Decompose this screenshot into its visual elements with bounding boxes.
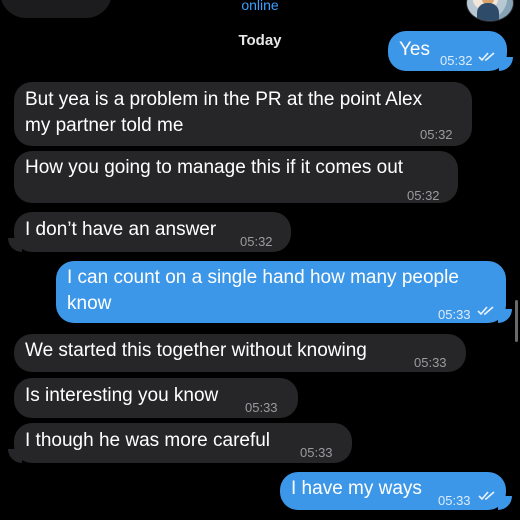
message-bubble-incoming[interactable]: How you going to manage this if it comes… (14, 151, 458, 203)
message-time: 05:33 (414, 355, 447, 370)
bubble-tail (498, 496, 512, 510)
scrollbar[interactable] (515, 300, 518, 342)
message-time: 05:32 (407, 188, 440, 203)
message-time: 05:32 (440, 53, 473, 68)
message-time: 05:33 (245, 400, 278, 415)
message-text-line: I can count on a single hand how many pe… (67, 267, 459, 288)
message-text: How you going to manage this if it comes… (25, 157, 404, 178)
message-bubble-incoming[interactable]: Is interesting you know 05:33 (14, 378, 298, 418)
message-time: 05:33 (300, 445, 333, 460)
message-bubble-outgoing[interactable]: I have my ways 05:33 (280, 472, 512, 510)
message-time: 05:33 (438, 307, 471, 322)
avatar-body (477, 3, 499, 21)
bubble-tail (8, 449, 22, 463)
message-bubble-incoming[interactable]: I don’t have an answer 05:32 (8, 212, 291, 252)
message-time: 05:32 (240, 234, 273, 249)
message-time: 05:33 (438, 493, 471, 508)
read-receipt-icon (478, 52, 495, 62)
message-bubble-outgoing[interactable]: I can count on a single hand how many pe… (56, 261, 512, 323)
chat-header: online (0, 0, 520, 22)
bubble-tail (499, 57, 513, 71)
message-bubble-incoming[interactable]: We started this together without knowing… (14, 334, 466, 372)
message-bubble-incoming[interactable]: But yea is a problem in the PR at the po… (14, 82, 472, 146)
message-bubble-incoming[interactable]: I though he was more careful 05:33 (8, 423, 352, 463)
read-receipt-icon (478, 491, 495, 501)
avatar[interactable] (466, 0, 514, 22)
message-text-line: But yea is a problem in the PR at the po… (25, 89, 423, 110)
bubble-tail (8, 238, 22, 252)
message-bubble-outgoing[interactable]: Yes 05:32 (388, 31, 513, 71)
message-text-line: my partner told me (25, 115, 184, 136)
message-time: 05:32 (420, 127, 453, 142)
contact-status: online (241, 0, 279, 13)
bubble-tail (498, 309, 512, 323)
read-receipt-icon (477, 306, 494, 316)
message-text: I have my ways (291, 478, 422, 499)
message-text: We started this together without knowing (25, 340, 367, 361)
